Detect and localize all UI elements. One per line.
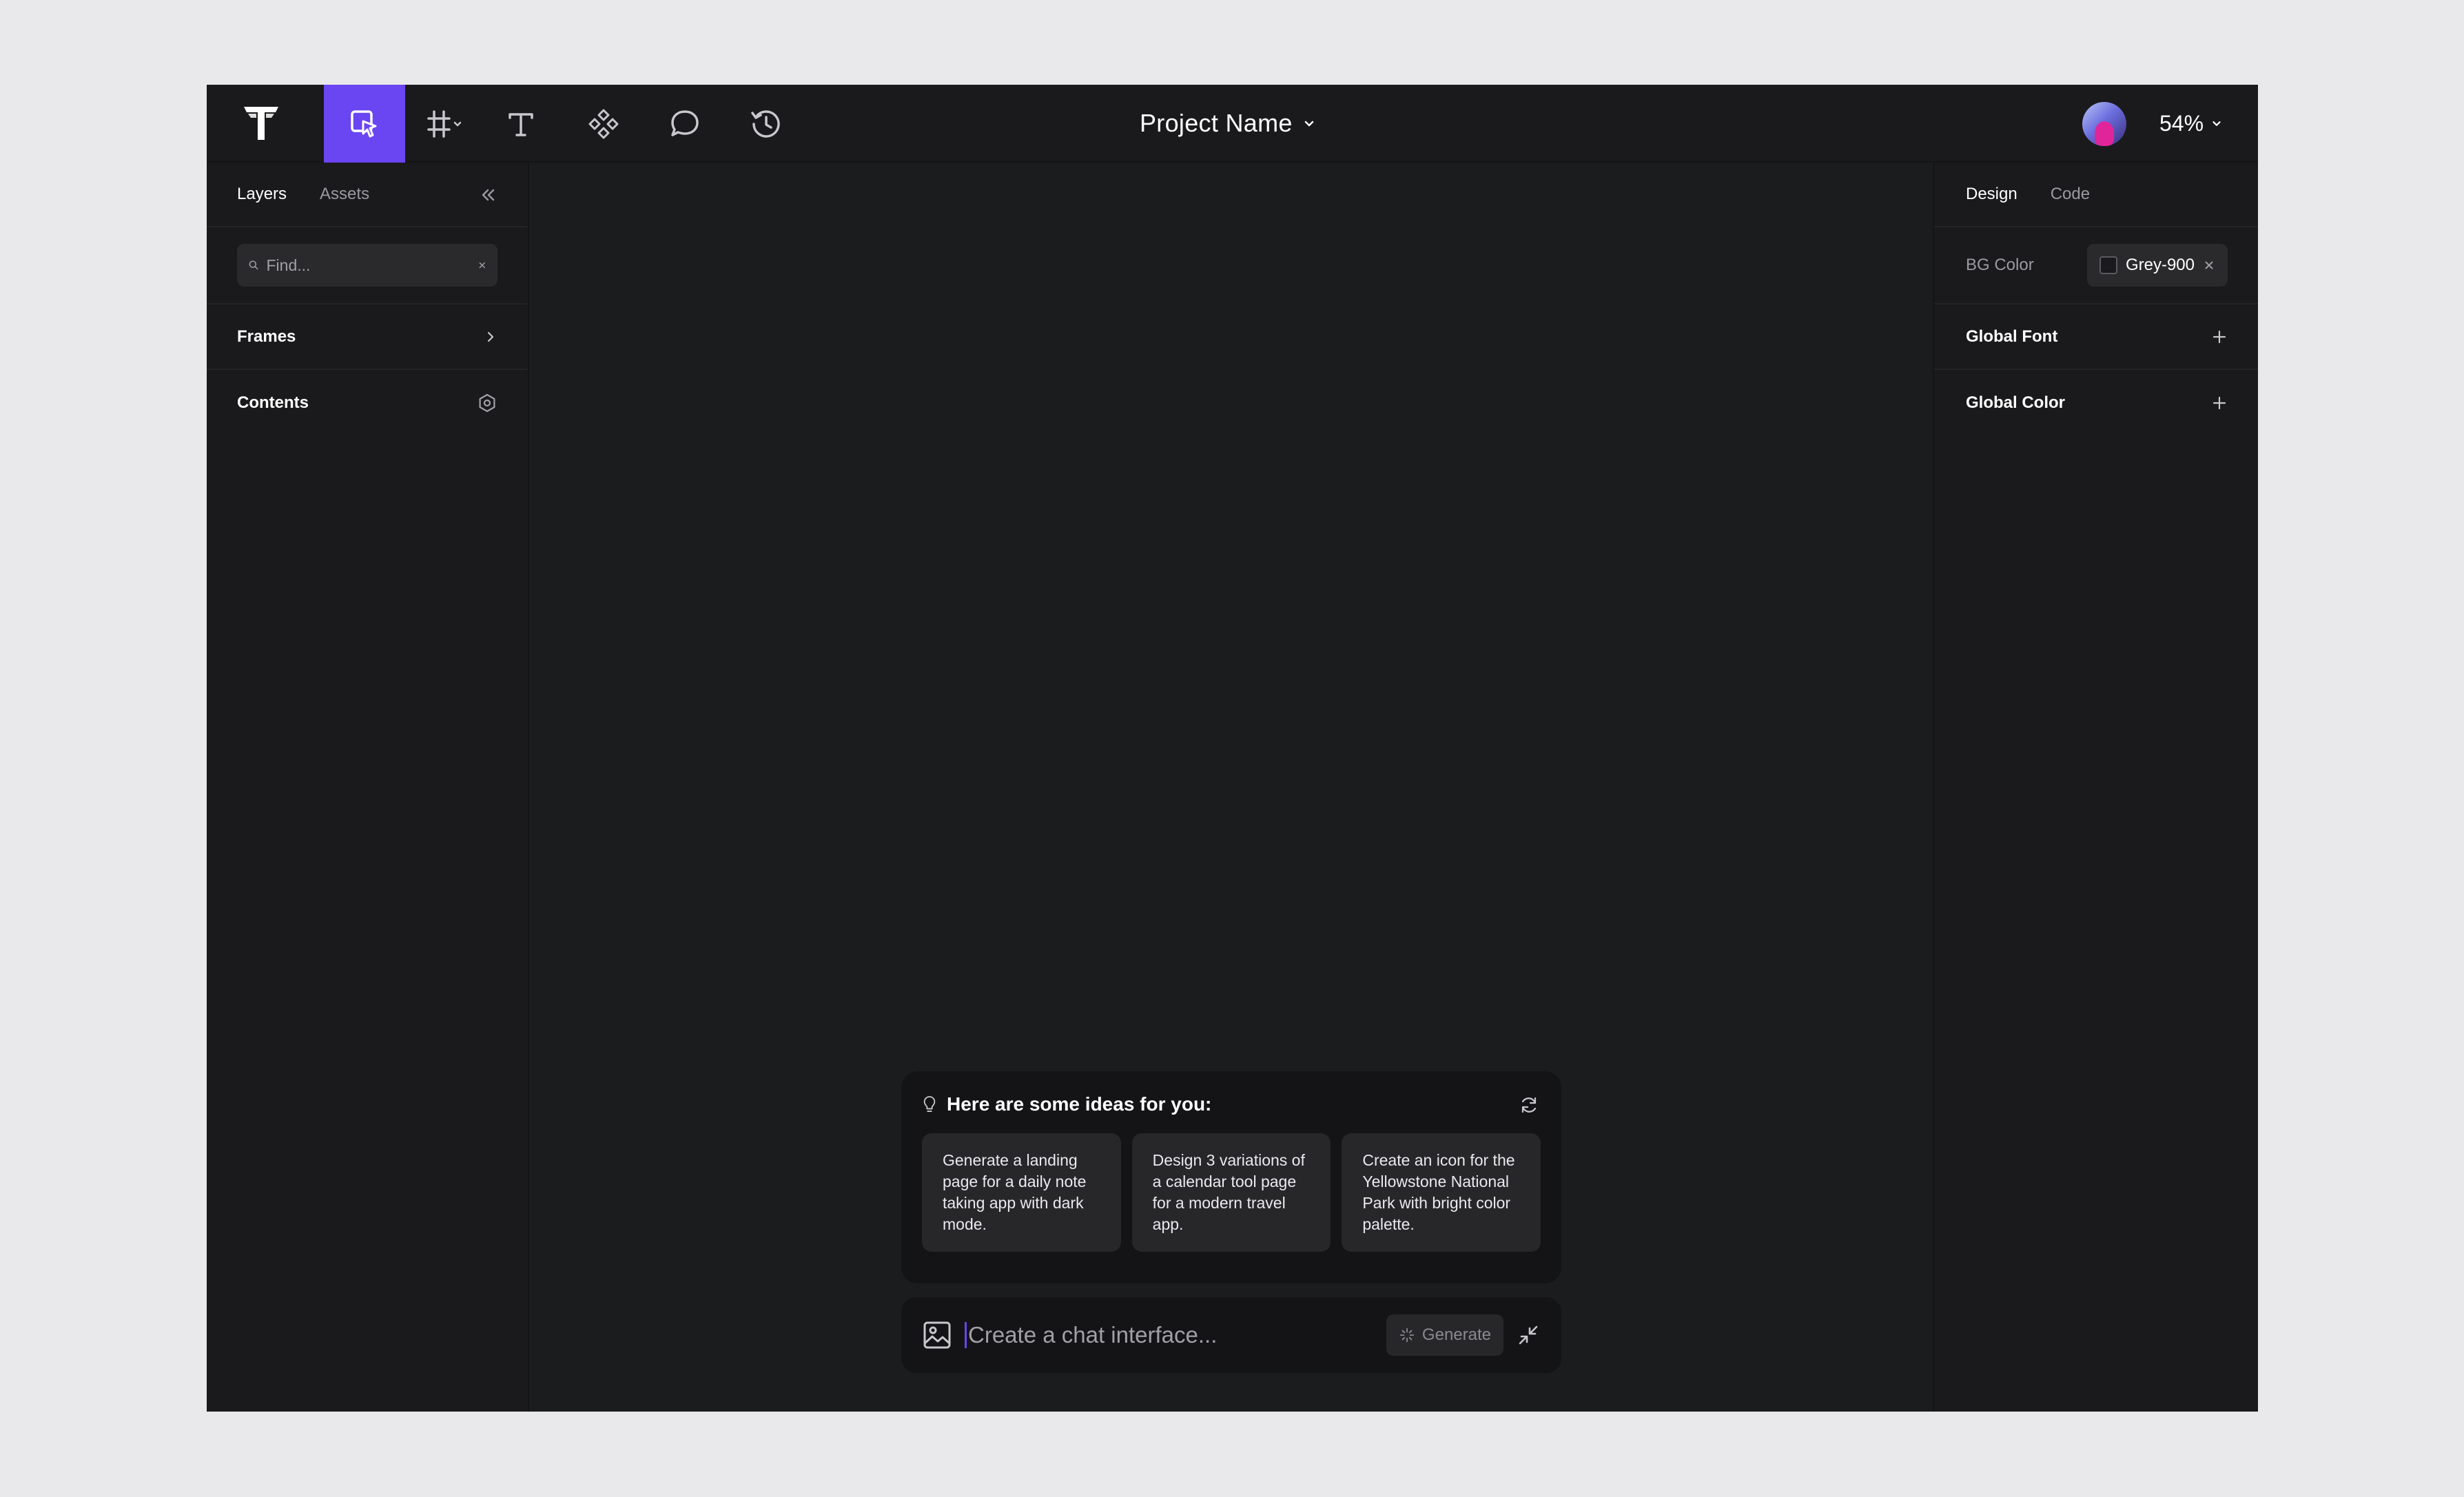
remove-color-icon[interactable]: [2203, 259, 2215, 271]
frame-tool-button[interactable]: [418, 85, 473, 163]
chevron-right-icon: [487, 331, 494, 342]
frames-section[interactable]: Frames: [207, 304, 528, 370]
design-panel: Design Code BG Color Grey-900 Global Fon…: [1933, 163, 2258, 1412]
global-font-row: Global Font: [1934, 304, 2258, 370]
idea-suggestions: Generate a landing page for a daily note…: [922, 1133, 1541, 1252]
chevron-down-icon: [1304, 121, 1313, 127]
history-clock-icon: [751, 110, 780, 138]
tab-layers[interactable]: Layers: [237, 185, 287, 204]
zoom-dropdown[interactable]: 54%: [2159, 105, 2223, 141]
refresh-icon[interactable]: [1519, 1095, 1539, 1115]
zoom-level: 54%: [2159, 110, 2204, 136]
search-input[interactable]: [266, 256, 471, 275]
project-name-label: Project Name: [1140, 109, 1293, 137]
frame-hash-icon: [427, 110, 462, 138]
tab-design[interactable]: Design: [1966, 185, 2018, 204]
chat-input-bar: Generate: [901, 1297, 1561, 1373]
user-avatar[interactable]: [2082, 102, 2126, 146]
ideas-card: Here are some ideas for you: Generate a …: [901, 1071, 1561, 1283]
top-toolbar: Project Name 54%: [207, 85, 2258, 163]
text-tool-button[interactable]: [486, 85, 555, 163]
color-swatch: [2099, 256, 2117, 274]
global-color-label: Global Color: [1966, 393, 2065, 412]
settings-hexagon-icon[interactable]: [477, 393, 497, 413]
image-upload-icon[interactable]: [922, 1320, 952, 1350]
sparkle-icon: [1399, 1328, 1415, 1343]
idea-card-3[interactable]: Create an icon for the Yellowstone Natio…: [1342, 1133, 1541, 1252]
minimize-icon[interactable]: [1516, 1323, 1541, 1348]
add-font-icon[interactable]: [2211, 329, 2228, 345]
tab-assets[interactable]: Assets: [320, 185, 369, 204]
comment-bubble-icon: [671, 110, 699, 136]
app-window: Project Name 54% Layers Assets Find... F…: [207, 85, 2258, 1412]
generate-label: Generate: [1421, 1325, 1491, 1344]
layer-search-box: [237, 244, 497, 287]
search-container: [207, 227, 528, 304]
comment-tool-button[interactable]: [650, 85, 719, 163]
global-color-row: Global Color: [1934, 370, 2258, 435]
select-tool-button[interactable]: [324, 85, 405, 163]
clear-search-icon[interactable]: [478, 259, 487, 271]
idea-card-2[interactable]: Design 3 variations of a calendar tool p…: [1131, 1133, 1331, 1252]
bg-color-row: BG Color Grey-900: [1934, 227, 2258, 304]
generate-button[interactable]: Generate: [1386, 1314, 1503, 1356]
bg-color-chip[interactable]: Grey-900: [2086, 244, 2228, 287]
collapse-panel-icon[interactable]: [478, 185, 497, 205]
components-tool-button[interactable]: [569, 85, 638, 163]
bg-color-value: Grey-900: [2125, 256, 2195, 274]
add-color-icon[interactable]: [2211, 395, 2228, 411]
idea-card-1[interactable]: Generate a landing page for a daily note…: [922, 1133, 1121, 1252]
layers-panel: Layers Assets Frames: [207, 163, 529, 1412]
ideas-header: Here are some ideas for you:: [922, 1089, 1541, 1119]
ideas-title: Here are some ideas for you:: [947, 1093, 1212, 1115]
tab-code[interactable]: Code: [2051, 185, 2090, 204]
lightbulb-icon: [923, 1096, 936, 1112]
text-icon: [509, 112, 533, 136]
frames-label: Frames: [237, 327, 296, 346]
contents-section[interactable]: Contents: [207, 370, 528, 435]
global-font-label: Global Font: [1966, 327, 2058, 346]
right-panel-tabs: Design Code: [1934, 163, 2258, 227]
contents-label: Contents: [237, 393, 309, 412]
chevron-down-icon: [2213, 121, 2221, 126]
components-diamond-icon: [588, 109, 619, 138]
search-icon: [249, 260, 258, 270]
history-tool-button[interactable]: [732, 85, 801, 163]
left-panel-tabs: Layers Assets: [207, 163, 528, 227]
project-name-dropdown[interactable]: Project Name: [1140, 105, 1316, 141]
cursor-select-icon: [351, 110, 377, 137]
prompt-input[interactable]: [965, 1322, 1374, 1348]
logo-icon[interactable]: [241, 104, 281, 143]
bg-color-label: BG Color: [1966, 256, 2034, 274]
